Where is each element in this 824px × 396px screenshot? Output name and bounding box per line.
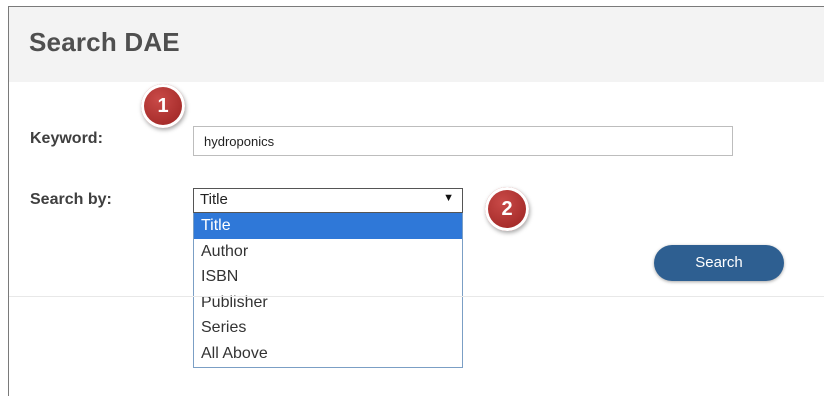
option-all-above[interactable]: All Above [194, 341, 462, 367]
search-by-selected-value: Title [200, 191, 228, 208]
step-2-badge: 2 [485, 187, 529, 231]
option-title[interactable]: Title [194, 213, 462, 239]
keyword-input[interactable] [193, 126, 733, 156]
page-title: Search DAE [29, 27, 180, 57]
search-by-label: Search by: [30, 191, 112, 208]
option-isbn[interactable]: ISBN [194, 264, 462, 290]
option-series[interactable]: Series [194, 315, 462, 341]
dropdown-arrow-icon: ▼ [443, 192, 454, 204]
option-author[interactable]: Author [194, 239, 462, 265]
keyword-label: Keyword: [30, 130, 103, 147]
search-by-options-list: Title Author ISBN Publisher Series All A… [193, 213, 463, 368]
search-button[interactable]: Search [654, 245, 784, 281]
option-publisher[interactable]: Publisher [194, 290, 462, 316]
step-1-badge: 1 [141, 84, 185, 128]
section-divider [9, 296, 824, 297]
search-by-select[interactable]: Title ▼ [193, 188, 463, 213]
